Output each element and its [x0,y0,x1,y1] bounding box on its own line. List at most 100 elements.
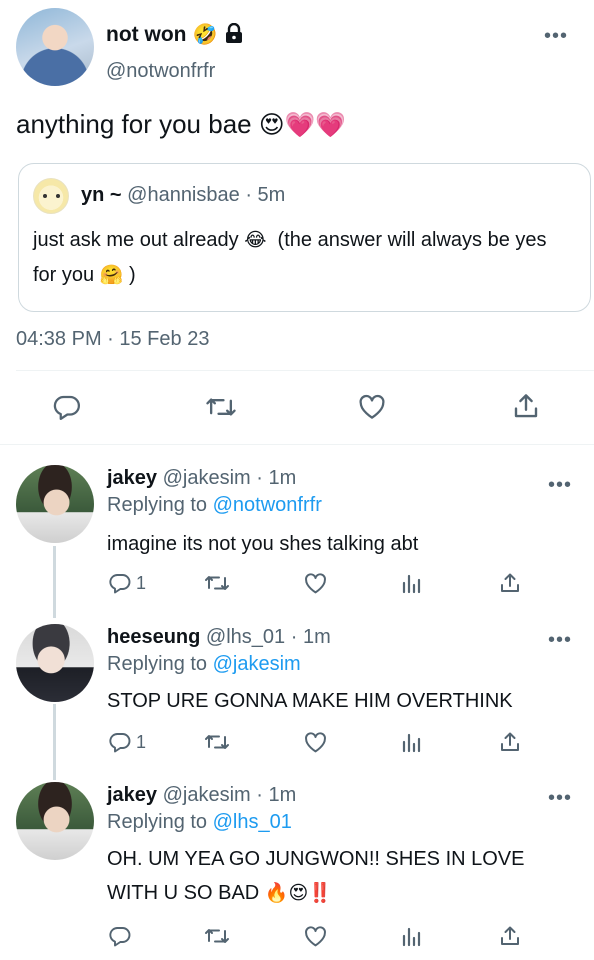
quoted-author-name: yn ~ [81,184,122,206]
views-icon [402,574,421,594]
quoted-emoji-1: 😂 [244,229,267,251]
more-icon[interactable]: ••• [544,26,568,46]
quoted-text: just ask me out already 😂 (the answer wi… [33,223,573,293]
reply-tweet[interactable]: jakey @jakesim · 1m ••• Replying to @lhs… [0,782,594,957]
share-button[interactable] [498,571,522,595]
heart-icon [305,732,326,753]
quoted-emoji-2: 🤗 [99,264,124,286]
share-icon [514,394,538,418]
like-button[interactable] [303,730,328,755]
like-button[interactable] [357,392,387,422]
reply-icon [53,395,80,420]
quoted-text-part3: ) [128,264,136,286]
author-name[interactable]: not won [106,23,186,46]
retweet-button[interactable] [205,392,237,422]
like-button[interactable] [303,571,328,596]
retweet-icon [205,929,229,943]
reply-author-name[interactable]: heeseung [107,626,200,648]
quoted-avatar[interactable] [33,178,69,214]
reply-text: OH. UM YEA GO JUNGWON!! SHES IN LOVE WIT… [107,842,562,910]
name-emoji: 🤣 [192,22,218,46]
avatar[interactable] [16,465,94,543]
views-button[interactable] [401,731,423,753]
more-icon[interactable]: ••• [548,788,572,808]
avatar[interactable] [16,782,94,860]
retweet-button[interactable] [203,924,231,948]
avatar[interactable] [16,8,94,86]
tweet-text-emoji: 😍💗💗 [258,110,347,139]
share-button[interactable] [498,924,522,948]
replying-to: Replying to @lhs_01 [107,811,292,834]
reply-time: · 1m [256,467,297,489]
share-icon [501,732,519,751]
replying-to-link[interactable]: @lhs_01 [213,811,292,833]
author-handle[interactable]: @notwonfrfr [106,60,215,83]
retweet-icon [206,398,236,416]
retweet-button[interactable] [203,730,231,754]
quoted-time: · 5m [245,184,286,206]
views-icon [402,927,421,947]
heart-icon [359,394,385,419]
reply-author-handle[interactable]: @jakesim [163,784,251,806]
views-button[interactable] [401,572,423,594]
views-icon [402,733,421,753]
tweet-text-body: anything for you bae [16,109,252,139]
replying-to: Replying to @jakesim [107,653,301,676]
reply-count: 1 [136,731,147,752]
reply-time: · 1m [256,784,297,806]
reply-icon [109,574,131,594]
replying-to-link[interactable]: @notwonfrfr [213,494,322,516]
share-button[interactable] [511,391,541,421]
retweet-button[interactable] [203,571,231,595]
replying-label: Replying to [107,653,208,675]
tweet-timestamp[interactable]: 04:38 PM · 15 Feb 23 [16,328,209,351]
reply-count: 1 [136,572,147,593]
quoted-author-handle: @hannisbae [127,184,240,206]
like-button[interactable] [303,924,328,949]
lock-icon [225,22,243,49]
reply-time: · 1m [290,626,331,648]
reply-tweet[interactable]: jakey @jakesim · 1m ••• Replying to @not… [0,465,594,610]
reply-icon [109,733,131,753]
reply-button[interactable]: 1 [108,730,146,754]
avatar[interactable] [16,624,94,702]
divider [0,444,594,445]
reply-author-name[interactable]: jakey [107,467,157,489]
reply-header: jakey @jakesim · 1m [107,784,296,807]
reply-button[interactable]: 1 [108,571,146,595]
reply-header: jakey @jakesim · 1m [107,467,296,490]
reply-author-name[interactable]: jakey [107,784,157,806]
replying-to-link[interactable]: @jakesim [213,653,301,675]
share-button[interactable] [498,730,522,754]
retweet-icon [205,735,229,749]
more-icon[interactable]: ••• [548,630,572,650]
share-icon [501,926,519,945]
reply-tweet[interactable]: heeseung @lhs_01 · 1m ••• Replying to @j… [0,624,594,769]
replying-label: Replying to [107,811,208,833]
quoted-text-part1: just ask me out already [33,229,239,251]
more-icon[interactable]: ••• [548,475,572,495]
reply-text: STOP URE GONNA MAKE HIM OVERTHINK [107,690,513,712]
author-name-row[interactable]: not won 🤣 [106,22,243,49]
reply-header: heeseung @lhs_01 · 1m [107,626,331,649]
main-action-bar [0,378,594,438]
heart-icon [305,573,326,594]
heart-icon [305,926,326,947]
quoted-header: yn ~ @hannisbae · 5m [81,184,285,207]
reply-button[interactable] [52,392,82,422]
divider [16,370,594,371]
reply-author-handle[interactable]: @jakesim [163,467,251,489]
reply-author-handle[interactable]: @lhs_01 [206,626,285,648]
main-tweet-header: not won 🤣 @notwonfrfr ••• [16,8,578,88]
quoted-tweet[interactable]: yn ~ @hannisbae · 5m just ask me out alr… [18,163,591,312]
views-button[interactable] [401,925,423,947]
reply-text-emoji: 🔥😍‼️ [264,882,332,904]
share-icon [501,573,519,592]
replying-to: Replying to @notwonfrfr [107,494,322,517]
reply-button[interactable] [108,924,132,948]
replying-label: Replying to [107,494,208,516]
reply-icon [109,927,131,947]
tweet-text: anything for you bae 😍💗💗 [16,106,346,143]
retweet-icon [205,576,229,590]
reply-text: imagine its not you shes talking abt [107,533,419,555]
